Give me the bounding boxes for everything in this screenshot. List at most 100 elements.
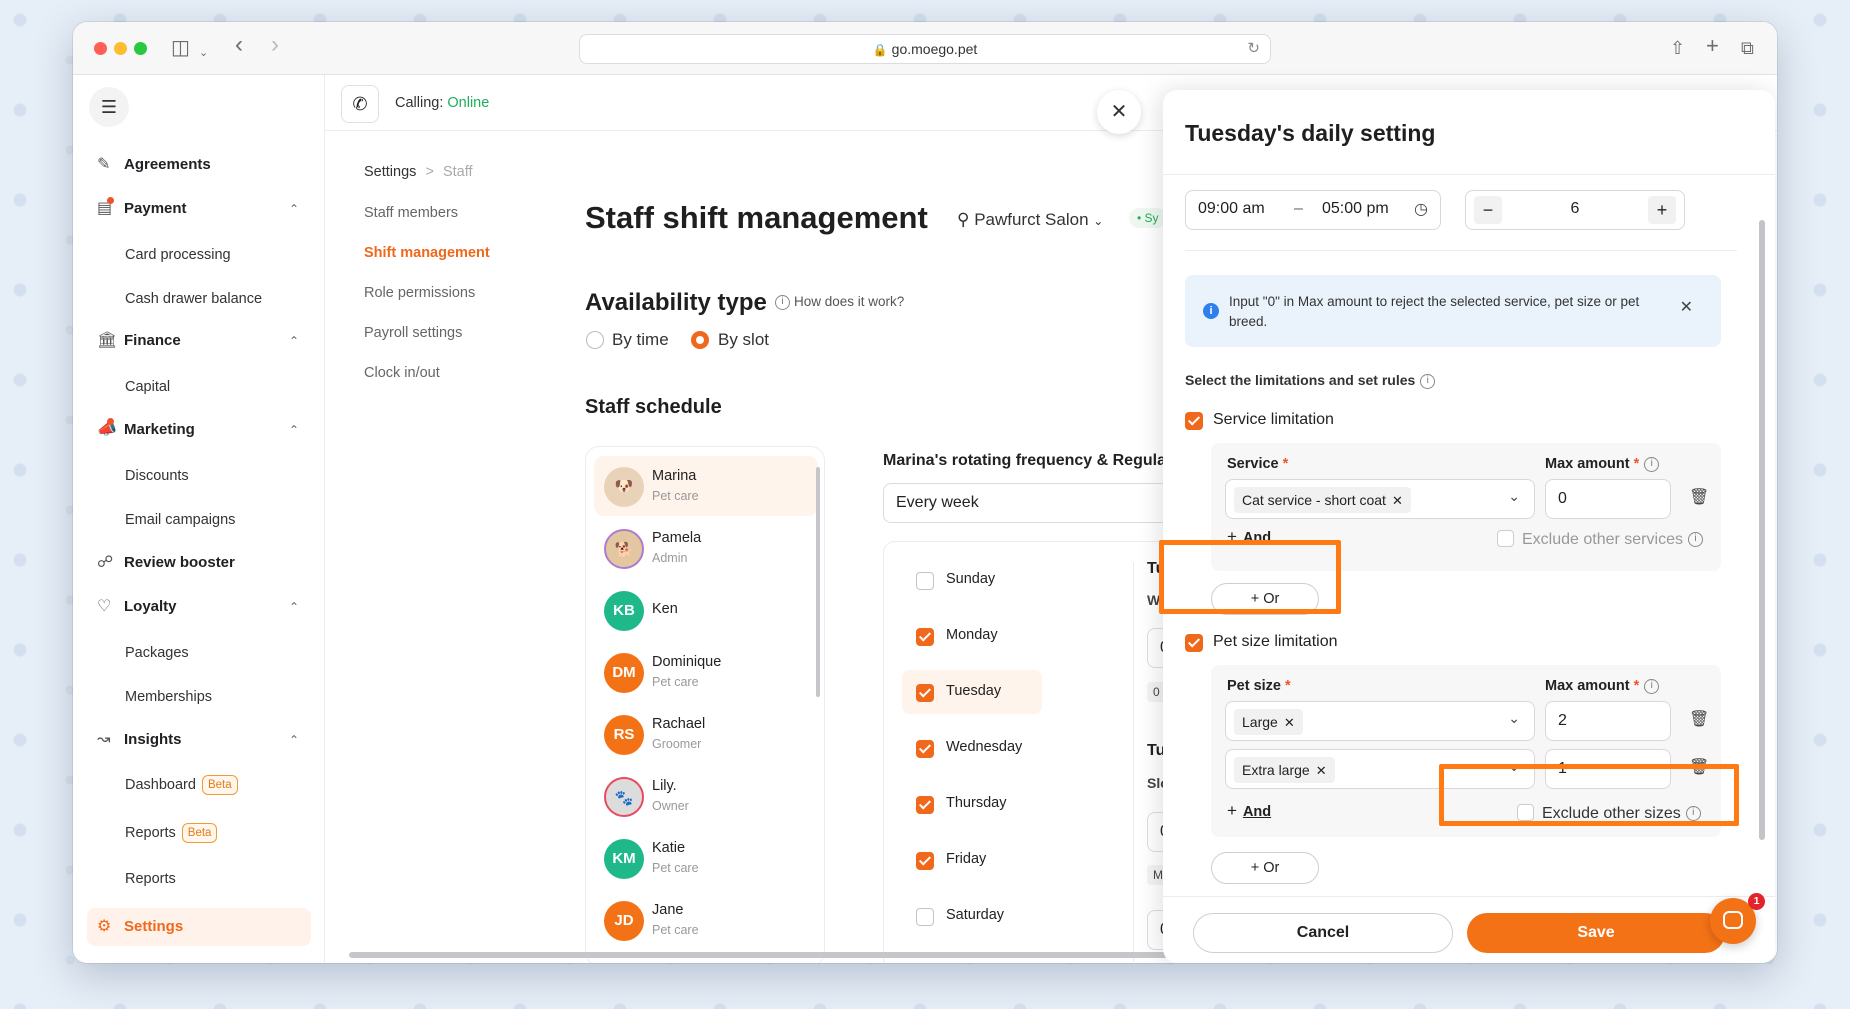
sidebar-item-label: Agreements (124, 156, 211, 173)
frequency-select[interactable]: Every week (883, 483, 1183, 523)
remove-tag-icon[interactable]: ✕ (1392, 493, 1403, 508)
cancel-button[interactable]: Cancel (1193, 913, 1453, 953)
settings-nav-payroll-settings[interactable]: Payroll settings (364, 325, 462, 341)
day-checkbox[interactable] (916, 684, 934, 702)
notification-dot (107, 418, 114, 425)
sidebar-item-memberships[interactable]: Memberships (125, 684, 212, 710)
info-icon[interactable]: i (1644, 678, 1660, 694)
chevron-down-icon[interactable]: ⌄ (199, 41, 208, 65)
day-row-wednesday[interactable]: Wednesday (902, 726, 1042, 770)
drawer-scrollbar[interactable] (1759, 220, 1765, 840)
increment-button[interactable]: + (1648, 196, 1676, 224)
sidebar-item-loyalty[interactable]: ♡ Loyalty ⌃ (87, 588, 311, 626)
staff-name: Marina (652, 468, 697, 484)
share-icon[interactable]: ⇧ (1670, 36, 1685, 60)
sidebar-item-dashboard[interactable]: Dashboard Beta (125, 772, 238, 798)
sidebar-item-payment[interactable]: ▤ Payment ⌃ (87, 190, 311, 228)
pet-size-select-1[interactable]: Large ✕ ⌄ (1225, 701, 1535, 741)
add-and-button[interactable]: + And (1227, 801, 1271, 821)
close-icon[interactable]: ✕ (1680, 297, 1693, 317)
sidebar-item-marketing[interactable]: 📣 Marketing ⌃ (87, 411, 311, 449)
radio-by-slot[interactable] (691, 331, 709, 349)
sidebar-item-email-campaigns[interactable]: Email campaigns (125, 507, 235, 533)
hamburger-menu-icon[interactable]: ☰ (89, 87, 129, 127)
working-hours-range[interactable]: 09:00 am – 05:00 pm ◷ (1185, 190, 1441, 230)
day-row-sunday[interactable]: Sunday (902, 558, 1042, 602)
day-row-saturday[interactable]: Saturday (902, 894, 1042, 938)
exclude-other-services[interactable]: Exclude other services i (1497, 527, 1703, 549)
staff-item-ken[interactable]: KB Ken (594, 580, 818, 640)
delete-icon[interactable]: 🗑 (1689, 709, 1709, 729)
new-tab-icon[interactable]: + (1706, 34, 1719, 58)
info-icon[interactable]: i (1687, 532, 1703, 548)
back-icon[interactable]: ‹ (235, 33, 243, 57)
how-does-it-work-link[interactable]: i How does it work? (775, 294, 904, 310)
maximize-window-button[interactable] (134, 42, 147, 55)
staff-list-scrollbar[interactable] (816, 467, 820, 697)
day-checkbox[interactable] (916, 572, 934, 590)
day-row-tuesday[interactable]: Tuesday (902, 670, 1042, 714)
settings-nav-shift-management[interactable]: Shift management (364, 245, 490, 261)
location-selector[interactable]: ⚲ Pawfurct Salon ⌄ (957, 210, 1103, 230)
sidebar-item-settings[interactable]: ⚙ Settings (87, 908, 311, 946)
tabs-overview-icon[interactable]: ⧉ (1741, 36, 1754, 60)
day-row-thursday[interactable]: Thursday (902, 782, 1042, 826)
avatar: 🐕 (604, 529, 644, 569)
staff-item-jane[interactable]: JD Jane Pet care (594, 890, 818, 950)
staff-item-marina[interactable]: 🐶 Marina Pet care (594, 456, 818, 516)
staff-item-dominique[interactable]: DM Dominique Pet care (594, 642, 818, 702)
forward-icon[interactable]: › (271, 33, 279, 57)
sidebar-item-reports[interactable]: Reports (125, 866, 176, 892)
info-icon[interactable]: i (1644, 456, 1660, 472)
service-max-amount-input[interactable]: 0 (1545, 479, 1671, 519)
exclude-services-checkbox[interactable] (1497, 530, 1514, 547)
settings-nav-clock-in-out[interactable]: Clock in/out (364, 365, 440, 381)
day-checkbox[interactable] (916, 628, 934, 646)
minimize-window-button[interactable] (114, 42, 127, 55)
sidebar-item-agreements[interactable]: ✎ Agreements (87, 146, 311, 184)
info-icon[interactable]: i (1420, 373, 1436, 389)
staff-item-katie[interactable]: KM Katie Pet care (594, 828, 818, 888)
staff-item-rachael[interactable]: RS Rachael Groomer (594, 704, 818, 764)
sidebar-toggle-icon[interactable]: ◫ (171, 36, 190, 60)
radio-by-time[interactable] (586, 331, 604, 349)
address-bar[interactable]: 🔒 go.moego.pet ↻ (579, 34, 1271, 64)
add-or-button[interactable]: + Or (1211, 852, 1319, 884)
remove-tag-icon[interactable]: ✕ (1316, 763, 1327, 778)
close-window-button[interactable] (94, 42, 107, 55)
remove-tag-icon[interactable]: ✕ (1284, 715, 1295, 730)
phone-icon[interactable]: ✆ (341, 85, 379, 123)
breadcrumb-staff: Staff (442, 164, 473, 180)
delete-icon[interactable]: 🗑 (1689, 487, 1709, 507)
sidebar-item-card-processing[interactable]: Card processing (125, 242, 231, 268)
settings-nav-role-permissions[interactable]: Role permissions (364, 285, 475, 301)
close-drawer-button[interactable]: ✕ (1097, 90, 1141, 134)
breadcrumb-settings[interactable]: Settings (364, 164, 416, 180)
sidebar-item-discounts[interactable]: Discounts (125, 463, 189, 489)
reload-icon[interactable]: ↻ (1247, 35, 1260, 63)
day-checkbox[interactable] (916, 796, 934, 814)
day-checkbox[interactable] (916, 852, 934, 870)
payment-icon: ▤ (97, 200, 113, 217)
sidebar-item-review-booster[interactable]: ☍ Review booster (87, 544, 311, 582)
staff-item-pamela[interactable]: 🐕 Pamela Admin (594, 518, 818, 578)
pet-size-limitation-checkbox[interactable] (1185, 634, 1203, 652)
staff-role: Owner (652, 799, 689, 813)
day-checkbox[interactable] (916, 908, 934, 926)
settings-nav-staff-members[interactable]: Staff members (364, 205, 458, 221)
sidebar-item-cash-drawer[interactable]: Cash drawer balance (125, 286, 262, 312)
sidebar-item-packages[interactable]: Packages (125, 640, 189, 666)
day-row-friday[interactable]: Friday (902, 838, 1042, 882)
service-limitation-checkbox[interactable] (1185, 412, 1203, 430)
staff-item-lily[interactable]: 🐾 Lily. Owner (594, 766, 818, 826)
service-select[interactable]: Cat service - short coat ✕ ⌄ (1225, 479, 1535, 519)
day-row-monday[interactable]: Monday (902, 614, 1042, 658)
day-checkbox[interactable] (916, 740, 934, 758)
sidebar-item-capital[interactable]: Capital (125, 374, 170, 400)
sidebar-item-reports-beta[interactable]: Reports Beta (125, 820, 218, 846)
pet-size-max-amount-input-1[interactable]: 2 (1545, 701, 1671, 741)
sidebar-item-finance[interactable]: 🏛 Finance ⌃ (87, 322, 311, 360)
save-button[interactable]: Save (1467, 913, 1725, 953)
sidebar-item-insights[interactable]: ↝ Insights ⌃ (87, 721, 311, 759)
slot-count-stepper[interactable]: − 6 + (1465, 190, 1685, 230)
